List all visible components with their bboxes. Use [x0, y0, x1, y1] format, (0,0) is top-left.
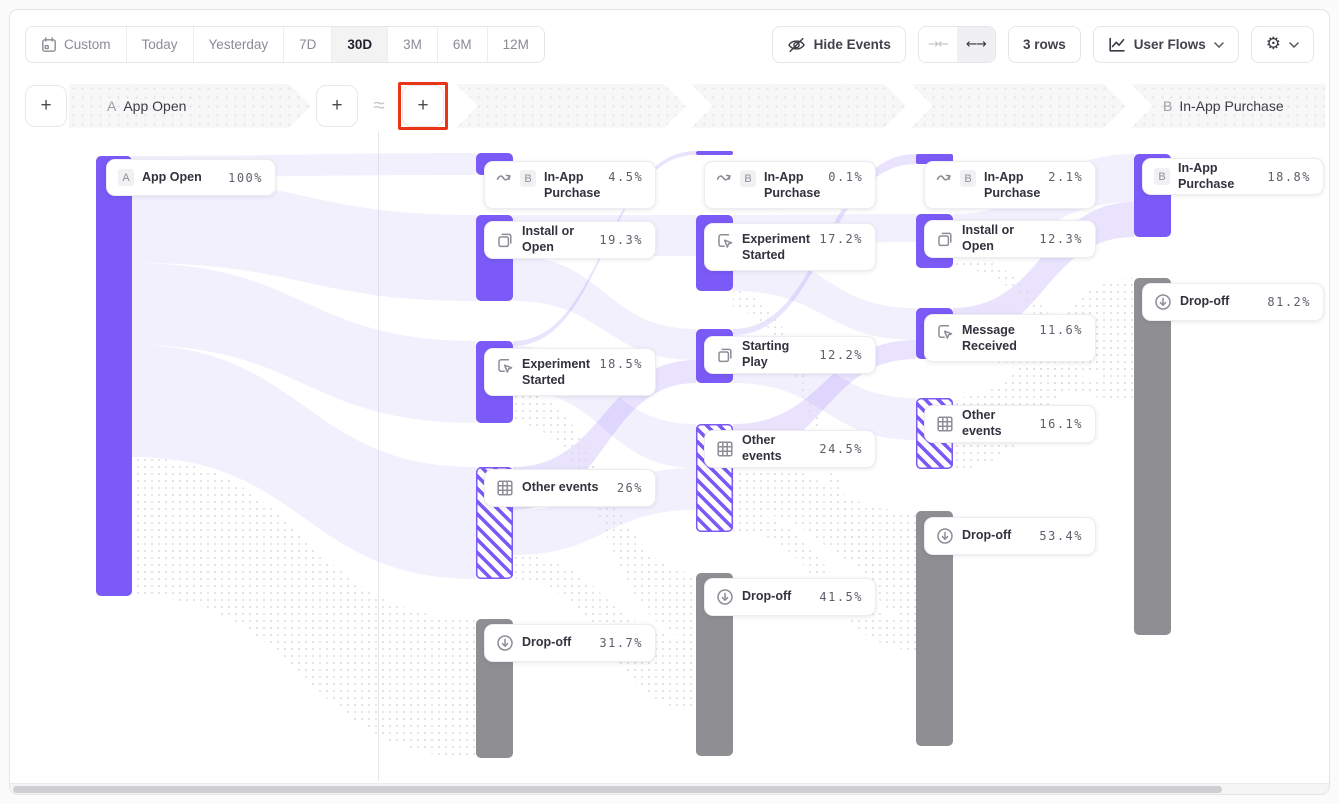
flow-node-experiment-started[interactable]: Experiment Started 17.2%: [704, 223, 876, 271]
step-badge: B: [1154, 168, 1170, 185]
node-percentage: 81.2%: [1267, 295, 1311, 309]
copy-icon: [496, 231, 514, 249]
flow-bar-drop-off[interactable]: [1134, 278, 1171, 635]
node-label: Other events: [522, 480, 609, 496]
node-percentage: 19.3%: [599, 233, 643, 247]
step-badge: B: [960, 170, 976, 187]
grid-icon: [496, 479, 514, 497]
flow-node-drop-off[interactable]: Drop-off 81.2%: [1142, 283, 1324, 321]
node-percentage: 31.7%: [599, 636, 643, 650]
node-label: Other events: [742, 433, 811, 464]
flow-node-other-events[interactable]: Other events 24.5%: [704, 430, 876, 468]
flow-node-message-received[interactable]: Message Received 11.6%: [924, 314, 1096, 362]
flow-node-install-or-open[interactable]: Install or Open 12.3%: [924, 220, 1096, 258]
node-label: App Open: [142, 170, 220, 186]
grid-icon: [936, 415, 954, 433]
node-label: In-App Purchase: [544, 170, 600, 201]
node-label: Drop-off: [962, 528, 1031, 544]
node-label: Message Received: [962, 323, 1031, 354]
flow-node-other-events[interactable]: Other events 26%: [484, 469, 656, 507]
flow-node-in-app-purchase[interactable]: B In-App Purchase 18.8%: [1142, 158, 1324, 195]
flow-node-app-open[interactable]: A App Open 100%: [106, 159, 276, 196]
user-flows-app: CustomTodayYesterday7D30D3M6M12M Hide Ev…: [9, 9, 1330, 795]
node-percentage: 24.5%: [819, 442, 863, 456]
node-percentage: 12.2%: [819, 348, 863, 362]
dropoff-icon: [936, 527, 954, 545]
flow-node-install-or-open[interactable]: Install or Open 19.3%: [484, 221, 656, 259]
node-label: In-App Purchase: [764, 170, 820, 201]
click-icon: [716, 232, 734, 250]
node-label: Install or Open: [522, 224, 591, 255]
node-percentage: 26%: [617, 481, 643, 495]
node-percentage: 2.1%: [1048, 170, 1083, 184]
node-percentage: 17.2%: [819, 232, 863, 246]
click-icon: [496, 357, 514, 375]
step-badge: B: [740, 170, 756, 187]
scrollbar-thumb[interactable]: [13, 786, 1222, 793]
flow-arrow-icon: [496, 170, 512, 183]
node-label: Drop-off: [522, 635, 591, 651]
flow-node-in-app-purchase[interactable]: B In-App Purchase 4.5%: [484, 161, 656, 209]
node-percentage: 12.3%: [1039, 232, 1083, 246]
node-label: In-App Purchase: [1178, 161, 1259, 192]
node-label: Install or Open: [962, 223, 1031, 254]
node-label: Other events: [962, 408, 1031, 439]
dropoff-icon: [1154, 293, 1172, 311]
flow-arrow-icon: [936, 170, 952, 183]
flow-bar-in-app-purchase[interactable]: [696, 151, 733, 155]
flow-node-drop-off[interactable]: Drop-off 31.7%: [484, 624, 656, 662]
node-label: Drop-off: [1180, 294, 1259, 310]
node-percentage: 41.5%: [819, 590, 863, 604]
flow-node-in-app-purchase[interactable]: B In-App Purchase 2.1%: [924, 161, 1096, 209]
horizontal-scrollbar: [10, 783, 1329, 794]
step-badge: B: [520, 170, 536, 187]
flow-node-in-app-purchase[interactable]: B In-App Purchase 0.1%: [704, 161, 876, 209]
node-percentage: 16.1%: [1039, 417, 1083, 431]
dropoff-icon: [496, 634, 514, 652]
flow-node-other-events[interactable]: Other events 16.1%: [924, 405, 1096, 443]
click-icon: [936, 323, 954, 341]
node-percentage: 100%: [228, 171, 263, 185]
node-percentage: 53.4%: [1039, 529, 1083, 543]
node-percentage: 0.1%: [828, 170, 863, 184]
grid-icon: [716, 440, 734, 458]
node-percentage: 11.6%: [1039, 323, 1083, 337]
node-label: Drop-off: [742, 589, 811, 605]
dropoff-icon: [716, 588, 734, 606]
flow-ribbons: [10, 10, 1330, 795]
flow-node-drop-off[interactable]: Drop-off 53.4%: [924, 517, 1096, 555]
node-label: Experiment Started: [522, 357, 591, 388]
flow-node-experiment-started[interactable]: Experiment Started 18.5%: [484, 348, 656, 396]
copy-icon: [936, 230, 954, 248]
node-percentage: 4.5%: [608, 170, 643, 184]
step-badge: A: [118, 169, 134, 186]
node-percentage: 18.8%: [1267, 170, 1311, 184]
flow-bar-app-open[interactable]: [96, 156, 132, 596]
node-percentage: 18.5%: [599, 357, 643, 371]
node-label: In-App Purchase: [984, 170, 1040, 201]
flow-arrow-icon: [716, 170, 732, 183]
node-label: Experiment Started: [742, 232, 811, 263]
flow-node-drop-off[interactable]: Drop-off 41.5%: [704, 578, 876, 616]
node-label: Starting Play: [742, 339, 811, 370]
copy-icon: [716, 346, 734, 364]
flow-node-starting-play[interactable]: Starting Play 12.2%: [704, 336, 876, 374]
